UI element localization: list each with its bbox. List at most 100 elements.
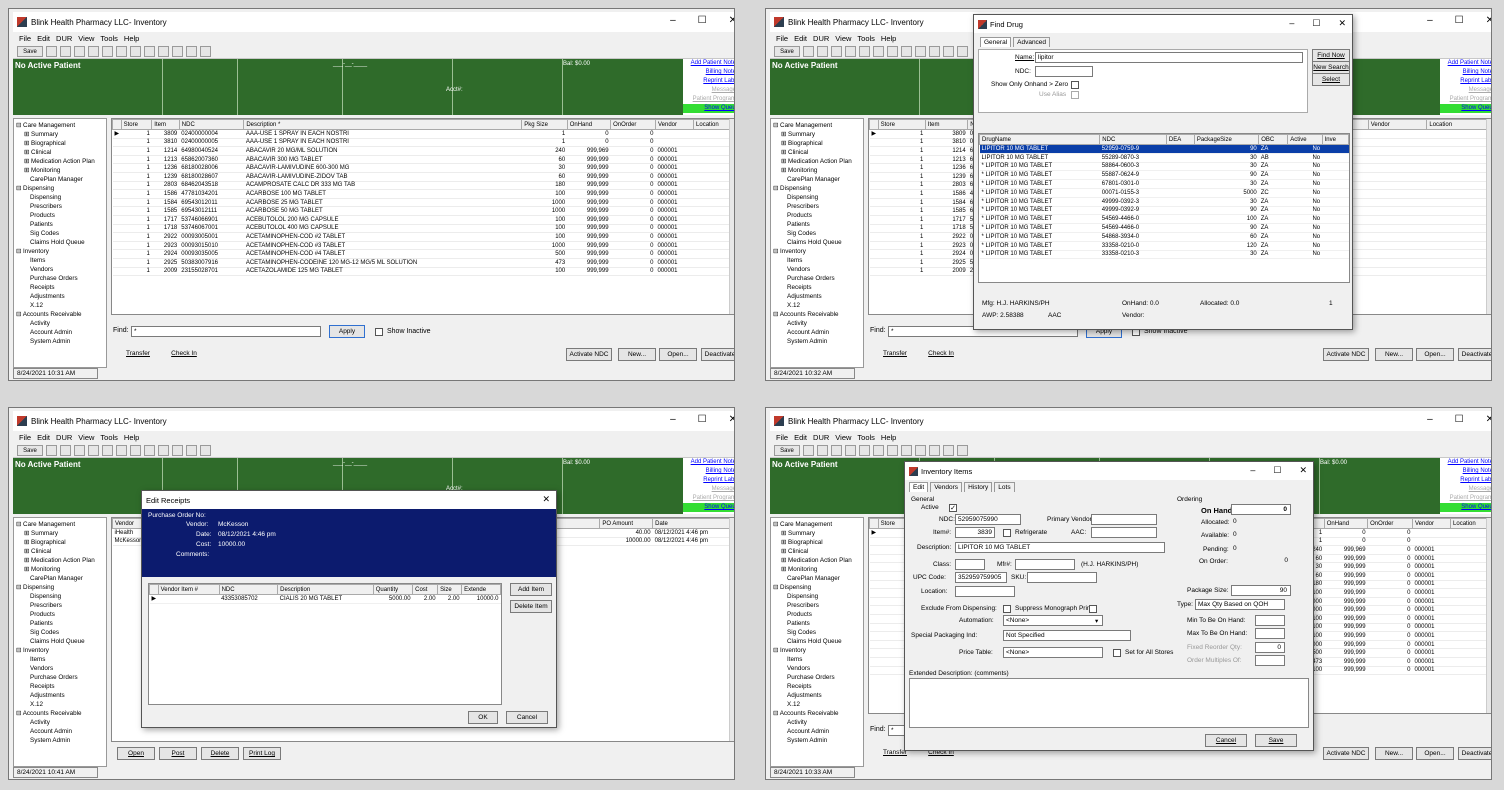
- tree-item[interactable]: Patients: [16, 619, 104, 628]
- tree-item[interactable]: ⊞ Summary: [773, 529, 861, 538]
- menu-item[interactable]: DUR: [813, 433, 829, 442]
- tree-item[interactable]: X.12: [16, 301, 104, 310]
- automation-select[interactable]: <None>: [1003, 615, 1103, 626]
- report-icon[interactable]: [901, 445, 912, 456]
- new-doc-icon[interactable]: [803, 46, 814, 57]
- column-header[interactable]: Inve: [1321, 134, 1349, 145]
- table-row[interactable]: 1381002400000005AAA-USE 1 SPRAY IN EACH …: [112, 138, 734, 148]
- table-row[interactable]: 1292400093035005ACETAMINOPHEN-COD #4 TAB…: [112, 249, 734, 259]
- column-header[interactable]: Store: [120, 119, 153, 130]
- tree-item[interactable]: Account Admin: [16, 727, 104, 736]
- cancel-button[interactable]: Cancel: [1205, 734, 1247, 747]
- calendar-icon[interactable]: [943, 445, 954, 456]
- tree-item[interactable]: X.12: [16, 700, 104, 709]
- tree-item[interactable]: Adjustments: [773, 292, 861, 301]
- tree-item[interactable]: ⊟ Inventory: [773, 646, 861, 655]
- expand-icon[interactable]: ⊞: [24, 149, 31, 156]
- pending-input[interactable]: 0: [1231, 544, 1291, 555]
- vertical-scrollbar[interactable]: [1486, 518, 1491, 713]
- add-item-button[interactable]: Add Item: [510, 583, 552, 596]
- maximize-icon[interactable]: ☐: [698, 414, 707, 425]
- tree-item[interactable]: Purchase Orders: [773, 673, 861, 682]
- patient-link[interactable]: Show Queue: [1440, 104, 1491, 113]
- order-multiples-input[interactable]: [1255, 655, 1285, 666]
- active-checkbox[interactable]: ✓: [949, 504, 957, 512]
- patient-icon[interactable]: [74, 46, 85, 57]
- table-row[interactable]: * LIPITOR 10 MG TABLET 33358-0210-3 30 ZA No: [979, 250, 1349, 260]
- print-log-button[interactable]: Print Log: [243, 747, 281, 760]
- name-input[interactable]: lipitor: [1035, 52, 1303, 63]
- globe-icon[interactable]: [929, 445, 940, 456]
- tab-edit[interactable]: Edit: [909, 482, 929, 492]
- column-header[interactable]: Description *: [243, 119, 523, 130]
- print-icon[interactable]: [915, 46, 926, 57]
- tree-item[interactable]: Claims Hold Queue: [773, 637, 861, 646]
- tree-item[interactable]: Receipts: [16, 283, 104, 292]
- column-header[interactable]: Location: [1426, 119, 1491, 130]
- expand-icon[interactable]: ⊞: [24, 539, 31, 546]
- tree-item[interactable]: ⊞ Monitoring: [773, 565, 861, 574]
- patient-icon[interactable]: [74, 445, 85, 456]
- on-order-input[interactable]: 0: [1231, 556, 1291, 567]
- collapse-icon[interactable]: ⊟: [16, 584, 23, 591]
- table-row[interactable]: 1200923155028701ACETAZOLAMIDE 125 MG TAB…: [112, 267, 734, 277]
- collapse-icon[interactable]: ⊟: [773, 647, 780, 654]
- maximize-icon[interactable]: ☐: [1273, 465, 1281, 476]
- tree-item[interactable]: Purchase Orders: [773, 274, 861, 283]
- tree-item[interactable]: Receipts: [16, 682, 104, 691]
- tree-item[interactable]: Dispensing: [773, 592, 861, 601]
- tree-item[interactable]: Vendors: [773, 664, 861, 673]
- fixed-reorder-input[interactable]: 0: [1255, 642, 1285, 653]
- menu-item[interactable]: View: [835, 433, 851, 442]
- globe-icon[interactable]: [172, 445, 183, 456]
- column-header[interactable]: Store: [877, 119, 926, 130]
- tab-vendors[interactable]: Vendors: [930, 482, 963, 492]
- new-button[interactable]: New...: [1375, 747, 1413, 760]
- find-input[interactable]: *: [131, 326, 321, 337]
- table-row[interactable]: 1158469543012011ACARBOSE 25 MG TABLET100…: [112, 198, 734, 208]
- deactivate-button[interactable]: Deactivate: [701, 348, 734, 361]
- tree-item[interactable]: Dispensing: [16, 193, 104, 202]
- patient-link[interactable]: Patient Programs: [1440, 95, 1491, 104]
- patient-link[interactable]: Reprint Label: [1440, 476, 1491, 485]
- close-icon[interactable]: ✕: [542, 494, 550, 505]
- tab-general[interactable]: General: [980, 37, 1012, 47]
- tree-item[interactable]: Activity: [773, 718, 861, 727]
- item-number-input[interactable]: 3839: [955, 527, 995, 538]
- delete-item-button[interactable]: Delete Item: [510, 600, 552, 613]
- price-table-select[interactable]: <None>: [1003, 647, 1103, 658]
- use-alias-checkbox[interactable]: [1071, 91, 1079, 99]
- vertical-scrollbar[interactable]: [729, 518, 734, 741]
- tree-item[interactable]: Items: [773, 655, 861, 664]
- menu-item[interactable]: Edit: [37, 433, 50, 442]
- expand-icon[interactable]: ⊞: [781, 557, 788, 564]
- column-header[interactable]: NDC: [1099, 134, 1167, 145]
- table-row[interactable]: * LIPITOR 10 MG TABLET 54569-4466-0 100 ZA N…: [979, 214, 1349, 225]
- tree-item[interactable]: System Admin: [16, 736, 104, 745]
- tree-item[interactable]: ⊞ Medication Action Plan: [16, 157, 104, 166]
- tree-item[interactable]: ⊟ Inventory: [773, 247, 861, 256]
- table-row[interactable]: ▶ 43353085702 CIALIS 20 MG TABLET 5000.00 2.…: [149, 594, 501, 604]
- tree-item[interactable]: Products: [773, 211, 861, 220]
- expand-icon[interactable]: ⊞: [781, 149, 788, 156]
- patient-link[interactable]: Reprint Label: [683, 476, 734, 485]
- ok-button[interactable]: OK: [468, 711, 498, 724]
- refrigerate-checkbox[interactable]: [1003, 529, 1011, 537]
- tree-item[interactable]: System Admin: [773, 736, 861, 745]
- onhand-filter-checkbox[interactable]: [1071, 81, 1079, 89]
- tree-item[interactable]: Claims Hold Queue: [16, 238, 104, 247]
- menu-item[interactable]: Tools: [857, 34, 875, 43]
- patient-link[interactable]: Messages: [1440, 485, 1491, 494]
- tree-item[interactable]: CarePlan Manager: [773, 175, 861, 184]
- tree-item[interactable]: Items: [16, 655, 104, 664]
- menu-item[interactable]: Tools: [100, 433, 118, 442]
- table-row[interactable]: 1292200093005001ACETAMINOPHEN-COD #2 TAB…: [112, 232, 734, 242]
- open-folder-icon[interactable]: [60, 445, 71, 456]
- table-row[interactable]: 1123968180028607ABACAVIR-LAMIVUDINE-ZIDO…: [112, 172, 734, 182]
- save-button[interactable]: Save: [774, 445, 800, 456]
- tree-item[interactable]: Claims Hold Queue: [773, 238, 861, 247]
- table-row[interactable]: ▶1380902400000004AAA-USE 1 SPRAY IN EACH…: [112, 129, 734, 139]
- type-select[interactable]: Max Qty Based on QOH: [1195, 599, 1285, 610]
- patient-link[interactable]: Patient Programs: [1440, 494, 1491, 503]
- menu-item[interactable]: File: [776, 433, 788, 442]
